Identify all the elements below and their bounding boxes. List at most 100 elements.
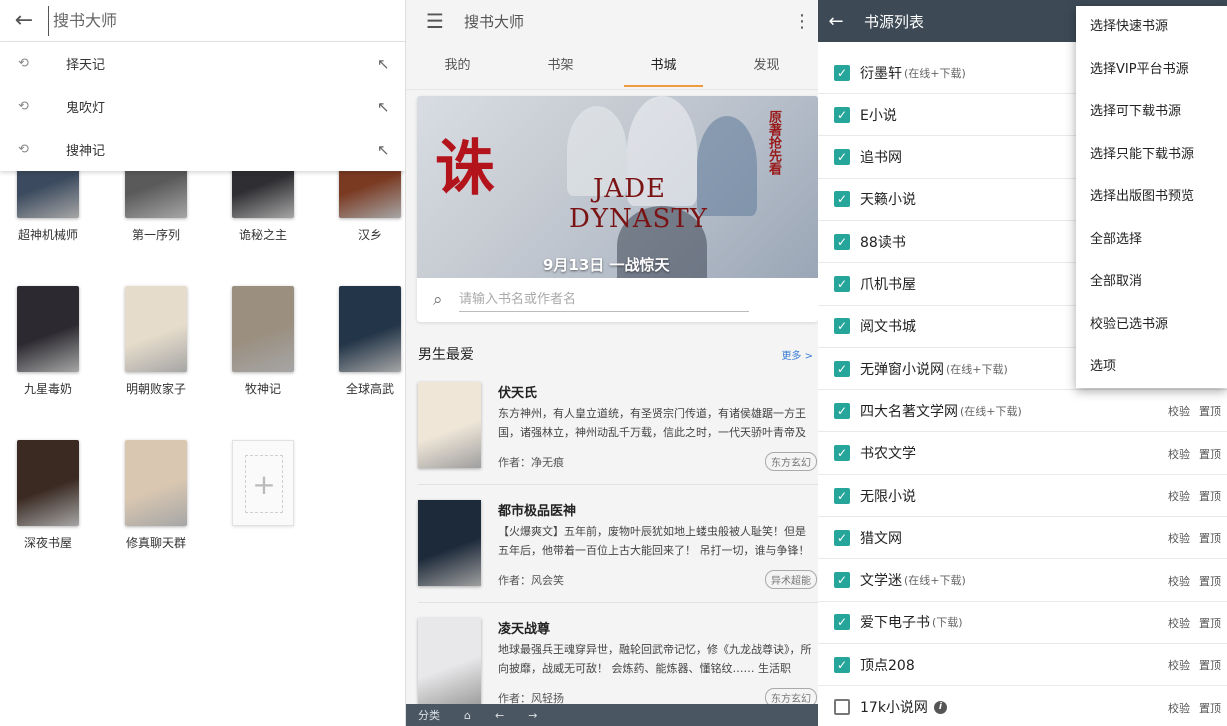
source-actions: 校验置顶 bbox=[1159, 433, 1221, 475]
tab-discover[interactable]: 发现 bbox=[715, 42, 818, 89]
menu-item-select-download-only[interactable]: 选择只能下载书源 bbox=[1076, 134, 1227, 177]
bookstore-panel: ☰ 搜书大师 ⋮ 我的 书架 书城 发现 诛 原著抢先看 JADE DYNAST… bbox=[405, 0, 818, 726]
history-item[interactable]: ⟲ 择天记 ↖ bbox=[0, 42, 405, 85]
source-row[interactable]: ✓ 四大名著文学网 (在线+下载) 校验 置顶 bbox=[818, 390, 1227, 433]
promo-banner[interactable]: 诛 原著抢先看 JADE DYNASTY 9月13日 一战惊天 bbox=[417, 96, 818, 278]
section-header: 男生最爱 更多 > bbox=[418, 344, 813, 364]
checkbox-checked[interactable]: ✓ bbox=[834, 233, 850, 250]
checkbox-checked[interactable]: ✓ bbox=[834, 614, 850, 631]
verify-button[interactable]: 校验 bbox=[1168, 530, 1190, 546]
pin-top-button[interactable]: 置顶 bbox=[1199, 530, 1221, 546]
overflow-menu: 选择快速书源 选择VIP平台书源 选择可下载书源 选择只能下载书源 选择出版图书… bbox=[1076, 6, 1227, 388]
verify-button[interactable]: 校验 bbox=[1168, 657, 1190, 673]
arrow-left-icon[interactable]: ← bbox=[818, 11, 854, 32]
hamburger-menu-icon[interactable]: ☰ bbox=[406, 9, 464, 33]
history-item[interactable]: ⟲ 鬼吹灯 ↖ bbox=[0, 85, 405, 128]
book-description: 地球最强兵王魂穿异世，融轮回武帝记忆，修《九龙战尊诀》，所向披靡，战威无可敌！ … bbox=[498, 643, 812, 675]
menu-item-deselect-all[interactable]: 全部取消 bbox=[1076, 261, 1227, 304]
source-row[interactable]: ✓ 爱下电子书 (下载) 校验 置顶 bbox=[818, 601, 1227, 644]
source-row[interactable]: ✓ 无限小说 校验 置顶 bbox=[818, 475, 1227, 517]
verify-button[interactable]: 校验 bbox=[1168, 446, 1190, 462]
book-title: 修真聊天群 bbox=[125, 536, 186, 550]
pin-top-button[interactable]: 置顶 bbox=[1199, 615, 1221, 631]
bookshelf-book[interactable]: 明朝败家子 bbox=[111, 286, 201, 397]
source-actions: 校验置顶 bbox=[1159, 517, 1221, 559]
menu-item-verify-selected[interactable]: 校验已选书源 bbox=[1076, 304, 1227, 347]
source-name: 爪机书屋 bbox=[860, 277, 916, 293]
feed-book-item[interactable]: 伏天氏 东方神州，有人皇立道统，有圣贤宗门传道，有诸侯雄踞一方王国，诸强林立，神… bbox=[406, 382, 818, 498]
forward-arrow-icon[interactable]: → bbox=[516, 709, 549, 722]
arrow-up-left-icon[interactable]: ↖ bbox=[377, 98, 405, 116]
history-icon: ⟲ bbox=[18, 56, 29, 71]
checkbox-unchecked[interactable] bbox=[834, 699, 850, 715]
source-row[interactable]: ✓ 书农文学 校验 置顶 bbox=[818, 432, 1227, 475]
home-icon[interactable]: ⌂ bbox=[452, 709, 483, 722]
feed-book-item[interactable]: 都市极品医神 【火爆爽文】五年前，废物叶辰犹如地上蝼虫般被人耻笑！但是五年后，他… bbox=[406, 500, 818, 616]
checkbox-checked[interactable]: ✓ bbox=[834, 276, 850, 292]
banner-red-title: 诛 bbox=[435, 134, 495, 204]
pin-top-button[interactable]: 置顶 bbox=[1199, 488, 1221, 504]
checkbox-checked[interactable]: ✓ bbox=[834, 529, 850, 546]
back-arrow-icon[interactable]: ← bbox=[483, 709, 516, 722]
bookshelf-book[interactable]: 修真聊天群 bbox=[111, 440, 201, 551]
checkbox-checked[interactable]: ✓ bbox=[834, 318, 850, 335]
source-row[interactable]: ✓ 顶点208 校验 置顶 bbox=[818, 644, 1227, 687]
tab-bookstore[interactable]: 书城 bbox=[612, 42, 715, 89]
menu-item-select-all[interactable]: 全部选择 bbox=[1076, 219, 1227, 262]
book-search-bar: ⌕ bbox=[417, 278, 818, 322]
section-more-link[interactable]: 更多 > bbox=[781, 347, 813, 362]
source-row[interactable]: ✓ 猎文网 校验 置顶 bbox=[818, 517, 1227, 560]
verify-button[interactable]: 校验 bbox=[1168, 403, 1190, 419]
arrow-left-icon[interactable]: ← bbox=[0, 8, 48, 33]
source-name: 17k小说网 bbox=[860, 700, 928, 716]
menu-item-options[interactable]: 选项 bbox=[1076, 346, 1227, 389]
verify-button[interactable]: 校验 bbox=[1168, 700, 1190, 716]
bookshelf-book[interactable]: 深夜书屋 bbox=[3, 440, 93, 551]
arrow-up-left-icon[interactable]: ↖ bbox=[377, 55, 405, 73]
book-title: 明朝败家子 bbox=[125, 382, 186, 396]
bookshelf-book[interactable]: 牧神记 bbox=[218, 286, 308, 397]
history-item[interactable]: ⟲ 搜神记 ↖ bbox=[0, 128, 405, 171]
source-name: 天籁小说 bbox=[860, 192, 916, 209]
tab-mine[interactable]: 我的 bbox=[406, 42, 509, 89]
checkbox-checked[interactable]: ✓ bbox=[834, 487, 850, 504]
checkbox-checked[interactable]: ✓ bbox=[834, 149, 850, 166]
menu-item-select-fast-sources[interactable]: 选择快速书源 bbox=[1076, 6, 1227, 49]
source-row[interactable]: 17k小说网 i 校验 置顶 bbox=[818, 686, 1227, 726]
verify-button[interactable]: 校验 bbox=[1168, 615, 1190, 631]
more-vertical-icon[interactable]: ⋮ bbox=[786, 11, 818, 32]
pin-top-button[interactable]: 置顶 bbox=[1199, 446, 1221, 462]
checkbox-checked[interactable]: ✓ bbox=[834, 360, 850, 377]
search-input[interactable] bbox=[48, 5, 405, 36]
app-bar: ☰ 搜书大师 ⋮ bbox=[406, 0, 818, 42]
source-row[interactable]: ✓ 文学迷 (在线+下载) 校验 置顶 bbox=[818, 559, 1227, 602]
genre-tag[interactable]: 异术超能 bbox=[765, 570, 817, 589]
divider bbox=[418, 484, 818, 485]
checkbox-checked[interactable]: ✓ bbox=[834, 572, 850, 589]
pin-top-button[interactable]: 置顶 bbox=[1199, 657, 1221, 673]
bookshelf-book[interactable]: 九星毒奶 bbox=[3, 286, 93, 397]
pin-top-button[interactable]: 置顶 bbox=[1199, 700, 1221, 716]
verify-button[interactable]: 校验 bbox=[1168, 488, 1190, 504]
genre-tag[interactable]: 东方玄幻 bbox=[765, 452, 817, 471]
checkbox-checked[interactable]: ✓ bbox=[834, 656, 850, 673]
add-book-tile: + bbox=[232, 440, 294, 526]
checkbox-checked[interactable]: ✓ bbox=[834, 64, 850, 81]
checkbox-checked[interactable]: ✓ bbox=[834, 445, 850, 462]
category-button[interactable]: 分类 bbox=[406, 707, 452, 723]
arrow-up-left-icon[interactable]: ↖ bbox=[377, 141, 405, 159]
pin-top-button[interactable]: 置顶 bbox=[1199, 573, 1221, 589]
bookshelf-book[interactable]: 全球高武 bbox=[325, 286, 405, 397]
checkbox-checked[interactable]: ✓ bbox=[834, 402, 850, 419]
book-search-input[interactable] bbox=[459, 288, 749, 312]
info-icon[interactable]: i bbox=[933, 700, 947, 714]
menu-item-select-vip-sources[interactable]: 选择VIP平台书源 bbox=[1076, 49, 1227, 92]
menu-item-select-downloadable[interactable]: 选择可下载书源 bbox=[1076, 91, 1227, 134]
verify-button[interactable]: 校验 bbox=[1168, 573, 1190, 589]
add-book-button[interactable]: + bbox=[218, 440, 308, 526]
menu-item-select-preview[interactable]: 选择出版图书预览 bbox=[1076, 176, 1227, 219]
checkbox-checked[interactable]: ✓ bbox=[834, 106, 850, 123]
pin-top-button[interactable]: 置顶 bbox=[1199, 403, 1221, 419]
checkbox-checked[interactable]: ✓ bbox=[834, 191, 850, 208]
tab-bookshelf[interactable]: 书架 bbox=[509, 42, 612, 89]
